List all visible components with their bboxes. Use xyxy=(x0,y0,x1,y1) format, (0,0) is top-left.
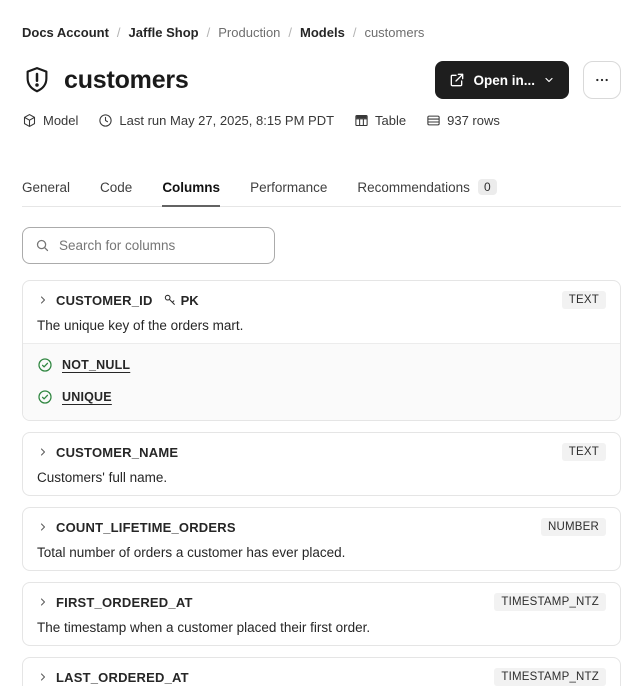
column-card-main: FIRST_ORDERED_AT TIMESTAMP_NTZ The times… xyxy=(23,583,620,645)
chevron-right-icon xyxy=(37,671,49,683)
tab-bar: General Code Columns Performance Recomme… xyxy=(22,179,621,207)
test-row: UNIQUE xyxy=(37,389,606,405)
search-icon xyxy=(35,238,50,253)
test-link-unique[interactable]: UNIQUE xyxy=(62,390,112,404)
column-card-main: CUSTOMER_ID PK TEXT The unique key of th… xyxy=(23,281,620,343)
key-icon xyxy=(163,293,177,307)
meta-row: Model Last run May 27, 2025, 8:15 PM PDT… xyxy=(22,113,621,128)
column-card-main: COUNT_LIFETIME_ORDERS NUMBER Total numbe… xyxy=(23,508,620,570)
column-type-badge: TIMESTAMP_NTZ xyxy=(494,593,606,611)
breadcrumb-docs-account[interactable]: Docs Account xyxy=(22,25,109,41)
database-icon xyxy=(426,113,441,128)
column-description: The timestamp when a customer placed the… xyxy=(37,620,371,635)
columns-list: CUSTOMER_ID PK TEXT The unique key of th… xyxy=(22,280,621,686)
tab-columns[interactable]: Columns xyxy=(162,180,221,207)
chevron-right-icon xyxy=(37,294,49,306)
open-in-label: Open in... xyxy=(473,72,535,88)
column-card-last-ordered-at: LAST_ORDERED_AT TIMESTAMP_NTZ The timest… xyxy=(22,657,621,686)
tab-code[interactable]: Code xyxy=(100,180,132,206)
column-tests-section: NOT_NULL UNIQUE xyxy=(23,343,620,420)
tab-performance-label: Performance xyxy=(250,180,328,195)
column-type-badge: TEXT xyxy=(561,443,606,461)
cube-icon xyxy=(22,113,37,128)
open-in-button[interactable]: Open in... xyxy=(435,61,569,99)
tab-recommendations-label: Recommendations xyxy=(357,179,470,195)
shield-exclamation-icon xyxy=(22,65,52,95)
title-group: customers xyxy=(22,65,189,95)
breadcrumb-separator: / xyxy=(288,25,293,40)
breadcrumb: Docs Account / Jaffle Shop / Production … xyxy=(22,25,621,41)
column-name: COUNT_LIFETIME_ORDERS xyxy=(56,519,236,535)
clock-icon xyxy=(98,113,113,128)
column-type-badge: NUMBER xyxy=(540,518,606,536)
breadcrumb-separator: / xyxy=(206,25,211,40)
meta-last-run: Last run May 27, 2025, 8:15 PM PDT xyxy=(98,113,334,128)
tab-general-label: General xyxy=(22,180,71,195)
column-row[interactable]: COUNT_LIFETIME_ORDERS NUMBER xyxy=(37,518,606,536)
check-circle-icon xyxy=(37,357,53,373)
meta-row-count: 937 rows xyxy=(426,113,500,128)
column-card-main: LAST_ORDERED_AT TIMESTAMP_NTZ The timest… xyxy=(23,658,620,686)
meta-last-run-label: Last run May 27, 2025, 8:15 PM PDT xyxy=(119,113,335,128)
breadcrumb-separator: / xyxy=(352,25,357,40)
meta-materialization-label: Table xyxy=(375,113,407,128)
breadcrumb-jaffle-shop[interactable]: Jaffle Shop xyxy=(129,25,199,41)
breadcrumb-customers: customers xyxy=(364,25,425,40)
page-title: customers xyxy=(64,65,189,94)
title-row: customers Open in... xyxy=(22,61,621,99)
ellipsis-icon xyxy=(594,72,610,88)
test-link-not-null[interactable]: NOT_NULL xyxy=(62,358,130,372)
column-card-customer-name: CUSTOMER_NAME TEXT Customers' full name. xyxy=(22,432,621,496)
meta-materialization: Table xyxy=(354,113,406,128)
column-description: The unique key of the orders mart. xyxy=(37,318,244,333)
external-link-icon xyxy=(449,72,465,88)
tab-columns-label: Columns xyxy=(162,180,221,195)
column-type-badge: TEXT xyxy=(561,291,606,309)
meta-model: Model xyxy=(22,113,78,128)
meta-model-label: Model xyxy=(43,113,79,128)
breadcrumb-separator: / xyxy=(116,25,121,40)
column-card-first-ordered-at: FIRST_ORDERED_AT TIMESTAMP_NTZ The times… xyxy=(22,582,621,646)
tab-general[interactable]: General xyxy=(22,180,70,206)
breadcrumb-models[interactable]: Models xyxy=(300,25,345,41)
tab-code-label: Code xyxy=(100,180,133,195)
column-card-customer-id: CUSTOMER_ID PK TEXT The unique key of th… xyxy=(22,280,621,421)
chevron-right-icon xyxy=(37,521,49,533)
more-options-button[interactable] xyxy=(583,61,621,99)
column-card-count-lifetime-orders: COUNT_LIFETIME_ORDERS NUMBER Total numbe… xyxy=(22,507,621,571)
column-name: CUSTOMER_NAME xyxy=(56,444,179,460)
column-name: CUSTOMER_ID xyxy=(56,292,153,308)
primary-key-indicator: PK xyxy=(163,293,199,308)
column-name: FIRST_ORDERED_AT xyxy=(56,594,193,610)
column-row[interactable]: CUSTOMER_ID PK TEXT xyxy=(37,291,606,309)
search-input[interactable] xyxy=(59,238,262,253)
column-row[interactable]: CUSTOMER_NAME TEXT xyxy=(37,443,606,461)
column-description: Total number of orders a customer has ev… xyxy=(37,545,346,560)
chevron-right-icon xyxy=(37,446,49,458)
title-actions: Open in... xyxy=(435,61,621,99)
breadcrumb-production[interactable]: Production xyxy=(218,25,280,41)
column-row[interactable]: FIRST_ORDERED_AT TIMESTAMP_NTZ xyxy=(37,593,606,611)
column-type-badge: TIMESTAMP_NTZ xyxy=(494,668,606,686)
table-icon xyxy=(354,113,369,128)
tab-performance[interactable]: Performance xyxy=(250,180,327,206)
search-box xyxy=(22,227,275,264)
column-name: LAST_ORDERED_AT xyxy=(56,669,189,685)
column-description: Customers' full name. xyxy=(37,470,168,485)
model-detail-page: Docs Account / Jaffle Shop / Production … xyxy=(0,25,643,686)
chevron-right-icon xyxy=(37,596,49,608)
column-row[interactable]: LAST_ORDERED_AT TIMESTAMP_NTZ xyxy=(37,668,606,686)
check-circle-icon xyxy=(37,389,53,405)
chevron-down-icon xyxy=(543,74,555,86)
pk-label: PK xyxy=(180,292,199,308)
meta-row-count-label: 937 rows xyxy=(447,113,500,128)
recommendations-count-badge: 0 xyxy=(477,179,497,195)
tab-recommendations[interactable]: Recommendations 0 xyxy=(357,179,497,206)
column-card-main: CUSTOMER_NAME TEXT Customers' full name. xyxy=(23,433,620,495)
test-row: NOT_NULL xyxy=(37,357,606,373)
